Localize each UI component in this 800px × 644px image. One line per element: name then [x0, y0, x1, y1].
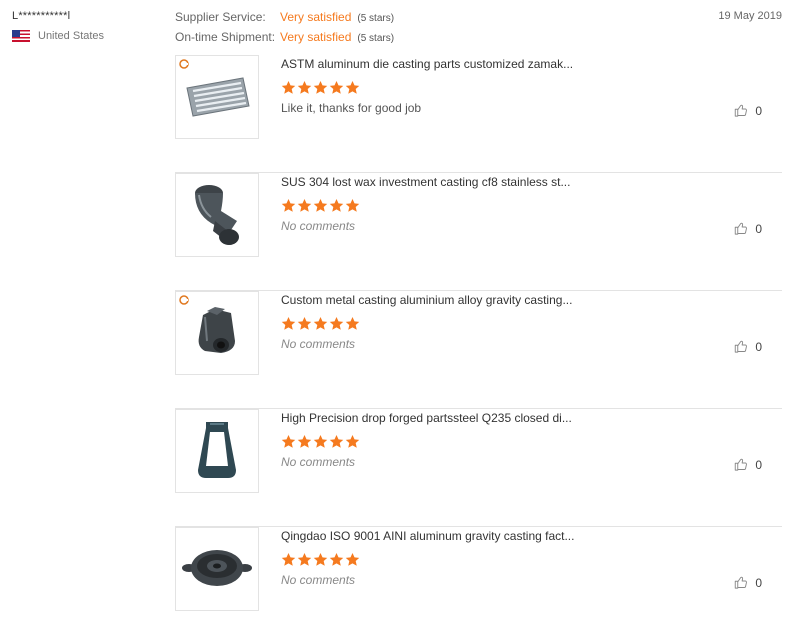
star-icon — [297, 80, 312, 94]
like-count: 0 — [755, 103, 762, 118]
reviewer-name: L***********l — [12, 10, 71, 22]
product-review-item: Custom metal casting aluminium alloy gra… — [175, 291, 782, 409]
star-icon — [313, 552, 328, 566]
product-thumbnail[interactable] — [175, 527, 259, 611]
star-icon — [281, 552, 296, 566]
like-count: 0 — [755, 339, 762, 354]
product-info: High Precision drop forged partssteel Q2… — [281, 411, 681, 469]
thumbs-up-icon — [735, 576, 748, 589]
product-review-item: ASTM aluminum die casting parts customiz… — [175, 55, 782, 173]
supplier-logo-icon — [179, 59, 189, 69]
housing-casting-image — [198, 307, 235, 353]
star-icon — [345, 198, 360, 212]
rating-stars-text: (5 stars) — [357, 13, 395, 24]
star-icon — [329, 198, 344, 212]
supplier-logo-icon — [179, 295, 189, 305]
star-icon — [329, 80, 344, 94]
product-info: ASTM aluminum die casting parts customiz… — [281, 57, 681, 115]
forged-bracket-image — [198, 422, 236, 478]
like-button[interactable]: 0 — [734, 103, 762, 118]
reviewer-info: L***********l United States — [12, 10, 162, 42]
star-icon — [329, 316, 344, 330]
star-icon — [281, 316, 296, 330]
like-button[interactable]: 0 — [734, 221, 762, 236]
country-label: United States — [38, 30, 105, 42]
star-icon — [345, 434, 360, 448]
thumbs-up-icon — [735, 340, 748, 353]
product-info: SUS 304 lost wax investment casting cf8 … — [281, 175, 681, 233]
review-date: 19 May 2019 — [718, 10, 782, 22]
rating-value: Very satisfied — [280, 10, 352, 24]
star-icon — [313, 316, 328, 330]
rating-label: On-time Shipment: — [175, 30, 276, 44]
product-title-link[interactable]: High Precision drop forged partssteel Q2… — [281, 411, 681, 425]
product-info: Qingdao ISO 9001 AINI aluminum gravity c… — [281, 529, 681, 587]
star-icon — [281, 80, 296, 94]
review-comment: No comments — [281, 337, 356, 351]
star-icon — [297, 552, 312, 566]
like-count: 0 — [755, 575, 762, 590]
rating-label: Supplier Service: — [175, 10, 266, 24]
star-icon — [297, 434, 312, 448]
rating-stars-text: (5 stars) — [357, 33, 395, 44]
thumbs-up-icon — [735, 458, 748, 471]
reviewed-products-list: ASTM aluminum die casting parts customiz… — [175, 55, 782, 644]
star-icon — [345, 316, 360, 330]
product-title-link[interactable]: Qingdao ISO 9001 AINI aluminum gravity c… — [281, 529, 681, 543]
product-thumbnail[interactable] — [175, 291, 259, 375]
star-icon — [313, 198, 328, 212]
product-title-link[interactable]: Custom metal casting aluminium alloy gra… — [281, 293, 681, 307]
star-icon — [313, 434, 328, 448]
rating-row-supplier-service: Supplier Service: Very satisfied (5 star… — [175, 10, 394, 30]
product-title-link[interactable]: SUS 304 lost wax investment casting cf8 … — [281, 175, 681, 189]
product-thumbnail[interactable] — [175, 409, 259, 493]
star-icon — [345, 80, 360, 94]
review-comment: No comments — [281, 455, 356, 469]
product-rating-stars — [281, 316, 681, 331]
review-comment: Like it, thanks for good job — [281, 101, 422, 115]
thumbs-up-icon — [735, 104, 748, 117]
product-rating-stars — [281, 552, 681, 567]
rating-row-on-time-shipment: On-time Shipment: Very satisfied (5 star… — [175, 30, 394, 50]
star-icon — [281, 198, 296, 212]
like-button[interactable]: 0 — [734, 457, 762, 472]
product-rating-stars — [281, 198, 681, 213]
star-icon — [281, 434, 296, 448]
round-cover-image — [182, 550, 252, 586]
die-cast-plate-image — [186, 77, 250, 117]
like-button[interactable]: 0 — [734, 339, 762, 354]
pipe-elbow-image — [195, 185, 239, 245]
product-review-item: High Precision drop forged partssteel Q2… — [175, 409, 782, 527]
star-icon — [345, 552, 360, 566]
product-thumbnail[interactable] — [175, 173, 259, 257]
reviewer-country: United States — [12, 30, 162, 42]
review-comment: No comments — [281, 573, 356, 587]
star-icon — [329, 434, 344, 448]
product-review-item: SUS 304 lost wax investment casting cf8 … — [175, 173, 782, 291]
star-icon — [297, 198, 312, 212]
like-count: 0 — [755, 457, 762, 472]
supplier-ratings: Supplier Service: Very satisfied (5 star… — [175, 10, 394, 50]
product-review-item: Qingdao ISO 9001 AINI aluminum gravity c… — [175, 527, 782, 644]
review-comment: No comments — [281, 219, 356, 233]
product-thumbnail[interactable] — [175, 55, 259, 139]
like-button[interactable]: 0 — [734, 575, 762, 590]
star-icon — [297, 316, 312, 330]
like-count: 0 — [755, 221, 762, 236]
star-icon — [313, 80, 328, 94]
product-info: Custom metal casting aluminium alloy gra… — [281, 293, 681, 351]
product-title-link[interactable]: ASTM aluminum die casting parts customiz… — [281, 57, 681, 71]
star-icon — [329, 552, 344, 566]
product-rating-stars — [281, 434, 681, 449]
us-flag-icon — [12, 30, 30, 42]
rating-value: Very satisfied — [280, 30, 352, 44]
thumbs-up-icon — [735, 222, 748, 235]
product-rating-stars — [281, 80, 681, 95]
